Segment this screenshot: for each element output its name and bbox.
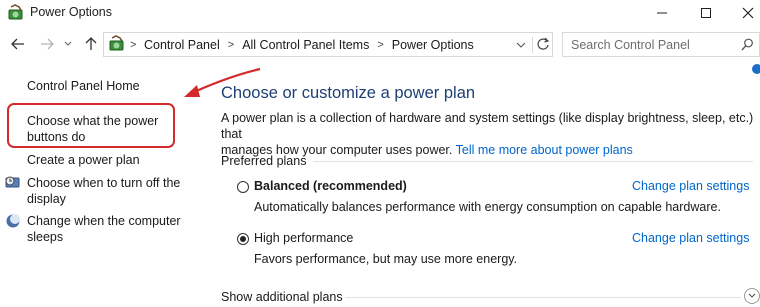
sidebar-item-power-buttons[interactable]: Choose what the power buttons do	[27, 113, 158, 145]
recent-locations-button[interactable]	[61, 34, 75, 54]
preferred-plans-label: Preferred plans	[221, 154, 307, 168]
control-panel-icon	[108, 35, 126, 58]
sidebar-item-sleep[interactable]: Change when the computer sleeps	[27, 213, 181, 245]
address-dropdown-button[interactable]	[516, 38, 526, 56]
description-line: A power plan is a collection of hardware…	[221, 111, 754, 141]
chevron-down-icon	[516, 42, 526, 48]
close-icon	[742, 7, 754, 19]
sidebar-item-create-plan[interactable]: Create a power plan	[27, 152, 140, 168]
back-arrow-icon	[11, 38, 24, 50]
breadcrumb-control-panel[interactable]: Control Panel	[144, 38, 220, 52]
back-button[interactable]	[8, 34, 28, 54]
plan-description-balanced: Automatically balances performance with …	[254, 200, 721, 214]
page-description: A power plan is a collection of hardware…	[221, 110, 755, 158]
power-options-icon	[7, 4, 25, 22]
change-plan-settings-high-performance-link[interactable]: Change plan settings	[632, 231, 749, 245]
moon-sleep-icon	[5, 213, 21, 234]
monitor-clock-icon	[5, 175, 21, 196]
plan-name-high-performance[interactable]: High performance	[254, 231, 353, 245]
refresh-icon	[537, 37, 550, 50]
forward-button[interactable]	[37, 34, 57, 54]
page-title: Choose or customize a power plan	[221, 84, 476, 102]
search-box[interactable]: Search Control Panel	[562, 32, 760, 57]
close-button[interactable]	[728, 0, 760, 26]
divider	[313, 161, 753, 162]
up-button[interactable]	[81, 34, 101, 54]
plan-name-balanced[interactable]: Balanced (recommended)	[254, 179, 407, 193]
breadcrumb-all-items[interactable]: All Control Panel Items	[242, 38, 369, 52]
change-plan-settings-balanced-link[interactable]: Change plan settings	[632, 179, 749, 193]
search-input[interactable]: Search Control Panel	[571, 38, 690, 52]
chevron-right-icon[interactable]: >	[228, 39, 234, 51]
sidebar-item-label[interactable]: sleeps	[27, 229, 181, 245]
expand-additional-plans-button[interactable]	[744, 288, 760, 304]
divider	[345, 297, 741, 298]
high-performance-radio[interactable]	[237, 233, 249, 245]
sidebar-item-turn-off-display[interactable]: Choose when to turn off the display	[27, 175, 180, 207]
sidebar-item-label[interactable]: display	[27, 191, 180, 207]
forward-arrow-icon	[41, 38, 54, 50]
search-icon[interactable]	[741, 38, 754, 56]
sidebar-item-label[interactable]: Change when the computer	[27, 213, 181, 229]
control-panel-home-link[interactable]: Control Panel Home	[27, 78, 140, 94]
chevron-right-icon[interactable]: >	[377, 39, 383, 51]
show-additional-plans-label[interactable]: Show additional plans	[221, 290, 343, 304]
plan-description-high-performance: Favors performance, but may use more ene…	[254, 252, 518, 266]
sidebar-item-label[interactable]: Choose when to turn off the	[27, 175, 180, 191]
minimize-button[interactable]	[642, 0, 682, 26]
learn-more-link[interactable]: Tell me more about power plans	[456, 143, 633, 157]
minimize-icon	[657, 12, 667, 14]
breadcrumb-power-options[interactable]: Power Options	[392, 38, 474, 52]
sidebar-item-label[interactable]: Choose what the power	[27, 113, 158, 129]
chevron-down-icon	[748, 293, 756, 298]
divider	[532, 37, 533, 53]
sidebar-item-label[interactable]: buttons do	[27, 129, 158, 145]
refresh-button[interactable]	[536, 37, 550, 56]
breadcrumb: Control Panel > All Control Panel Items …	[144, 33, 474, 56]
window-title: Power Options	[30, 5, 112, 19]
help-icon[interactable]	[752, 64, 760, 74]
maximize-icon	[701, 8, 711, 18]
address-bar[interactable]: > Control Panel > All Control Panel Item…	[103, 32, 553, 57]
balanced-radio[interactable]	[237, 181, 249, 193]
chevron-down-icon	[64, 41, 72, 46]
maximize-button[interactable]	[686, 0, 726, 26]
chevron-right-icon: >	[130, 39, 137, 51]
up-arrow-icon	[85, 37, 97, 50]
